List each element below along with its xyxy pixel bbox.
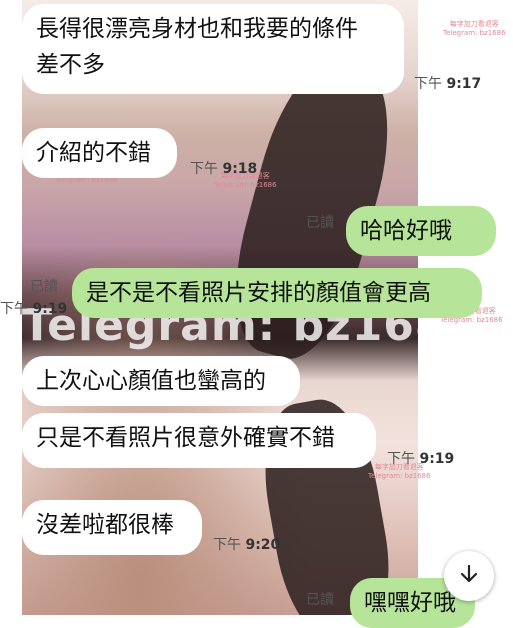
message-text-line: 哈哈好哦 — [360, 218, 452, 244]
message-text-line: 差不多 — [36, 52, 105, 78]
read-receipt: 已讀 — [306, 215, 334, 231]
watermark-label: 每字加刀看退客Telegram: bz1686 — [443, 20, 506, 37]
message-timestamp: 下午 9:20 — [213, 537, 281, 553]
message-timestamp: 下午 9:19 — [387, 451, 455, 467]
arrow-down-icon — [458, 563, 480, 589]
incoming-message-bubble[interactable]: 只是不看照片很意外確實不錯 — [22, 413, 376, 468]
message-text-line: 是不是不看照片安排的顏值會更高 — [86, 280, 431, 306]
message-text-line: 嘿嘿好哦 — [364, 590, 456, 616]
message-text-line: 長得很漂亮身材也和我要的條件 — [36, 16, 358, 42]
message-timestamp: 下午 9:19 — [0, 301, 68, 317]
incoming-message-bubble[interactable]: 上次心心顏值也蠻高的 — [22, 356, 300, 406]
message-text-line: 介紹的不錯 — [36, 140, 151, 166]
message-timestamp: 下午 9:18 — [190, 161, 258, 177]
read-receipt: 已讀 — [306, 592, 334, 608]
message-timestamp: 下午 9:17 — [414, 76, 482, 92]
message-text-line: 只是不看照片很意外確實不錯 — [36, 425, 335, 451]
outgoing-message-bubble[interactable]: 是不是不看照片安排的顏值會更高 — [72, 268, 482, 318]
incoming-message-bubble[interactable]: 長得很漂亮身材也和我要的條件 差不多 — [22, 4, 404, 94]
scroll-to-bottom-button[interactable] — [444, 551, 494, 601]
outgoing-message-bubble[interactable]: 哈哈好哦 — [346, 206, 496, 256]
incoming-message-bubble[interactable]: 介紹的不錯 — [22, 128, 177, 178]
message-text-line: 上次心心顏值也蠻高的 — [36, 368, 266, 394]
message-text-line: 沒差啦都很棒 — [36, 512, 174, 538]
read-receipt: 已讀 — [30, 279, 58, 295]
incoming-message-bubble[interactable]: 沒差啦都很棒 — [22, 500, 202, 555]
